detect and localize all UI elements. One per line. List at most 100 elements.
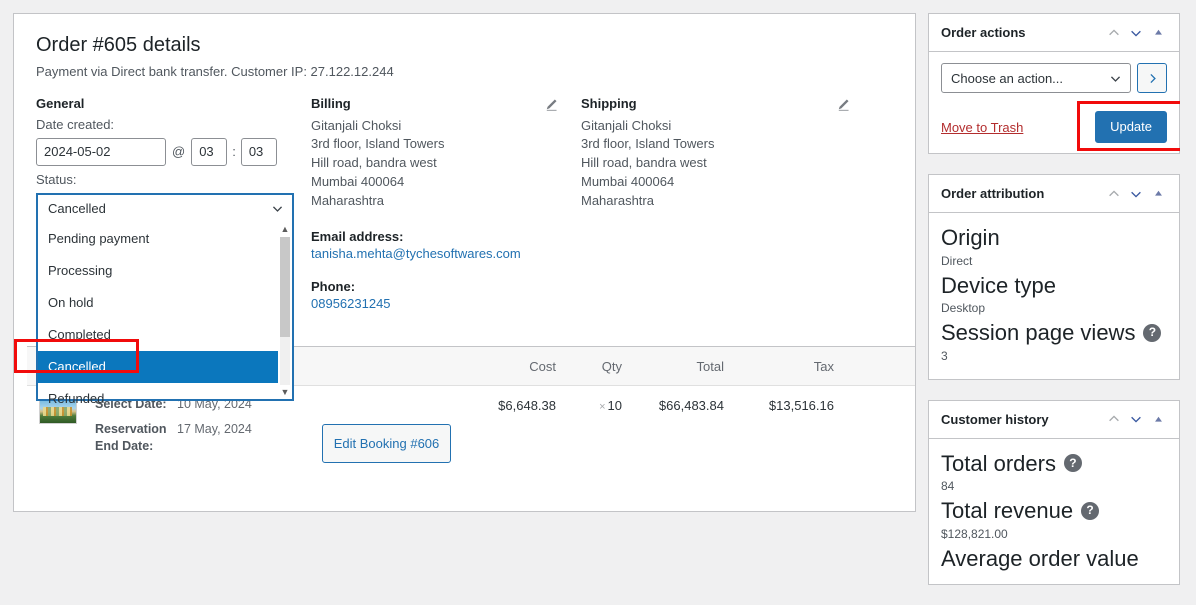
order-columns: General Date created: @ : Status: Cancel… [14, 82, 915, 406]
order-actions-footer: Move to Trash Update [929, 101, 1185, 153]
attribution-label-text: Origin [941, 225, 1000, 251]
panel-body: Origin Direct Device type Desktop Sessio… [929, 213, 1179, 379]
panel-header: Order actions [929, 14, 1179, 52]
page-title: Order #605 details [36, 34, 201, 56]
panel-title-customer-history: Customer history [941, 411, 1049, 427]
move-down-icon[interactable] [1125, 22, 1147, 44]
shipping-address-line: Mumbai 400064 [581, 174, 675, 190]
hour-input[interactable] [191, 137, 228, 166]
shipping-address-line: Gitanjali Choksi [581, 117, 672, 133]
move-down-icon[interactable] [1125, 408, 1147, 430]
at-symbol: @ [172, 144, 186, 159]
date-created-input[interactable] [36, 137, 166, 166]
panel-order-actions: Order actions Choose an action... Move t… [928, 13, 1185, 155]
attribution-label-text: Session page views [941, 320, 1136, 346]
status-option[interactable]: On hold [38, 287, 278, 319]
billing-heading: Billing [311, 95, 351, 111]
order-action-select[interactable]: Choose an action... [941, 63, 1131, 93]
toggle-panel-icon[interactable] [1147, 408, 1169, 430]
status-option-selected[interactable]: Cancelled [38, 350, 278, 383]
attribution-label: Session page views ? [941, 319, 1167, 347]
minute-input[interactable] [240, 137, 277, 166]
col-cost: Cost [529, 358, 556, 374]
status-select-value: Cancelled [48, 201, 106, 216]
edit-booking-button[interactable]: Edit Booking #606 [321, 424, 452, 463]
page-scrollbar[interactable] [1180, 0, 1196, 512]
status-select-wrapper: Cancelled Pending payment Processing On … [14, 192, 294, 406]
multiply-icon: × [599, 401, 606, 413]
item-tax: $13,516.16 [768, 398, 834, 413]
billing-address-line: Gitanjali Choksi [311, 117, 402, 133]
billing-address-line: Hill road, bandra west [311, 155, 437, 171]
status-dropdown-list[interactable]: Pending payment Processing On hold Compl… [36, 222, 294, 406]
status-option[interactable]: Pending payment [38, 223, 278, 255]
apply-action-button[interactable] [1137, 63, 1167, 93]
col-total: Total [696, 358, 724, 374]
billing-address-line: 3rd floor, Island Towers [311, 136, 445, 152]
shipping-column: Shipping Gitanjali Choksi 3rd floor, Isl… [581, 96, 871, 311]
scroll-up-icon[interactable]: ▲ [281, 224, 290, 234]
shipping-heading: Shipping [581, 95, 637, 111]
attribution-value: Desktop [941, 301, 986, 316]
admin-screen: Order #605 details Payment via Direct ba… [0, 0, 1196, 586]
shipping-address-line: Hill road, bandra west [581, 155, 707, 171]
order-subtitle: Payment via Direct bank transfer. Custom… [36, 64, 394, 79]
email-link[interactable]: tanisha.mehta@tychesoftwares.com [311, 246, 581, 261]
history-label: Total revenue ? [941, 497, 1167, 525]
order-header: Order #605 details Payment via Direct ba… [14, 14, 915, 82]
attribution-label-text: Device type [941, 272, 1056, 298]
panel-title-order-actions: Order actions [941, 25, 1026, 40]
dropdown-scrollbar[interactable]: ▲ ▼ [278, 222, 292, 399]
help-icon[interactable]: ? [1063, 454, 1082, 473]
help-icon[interactable]: ? [1081, 501, 1100, 520]
history-value: $128,821.00 [941, 526, 1008, 541]
row-spacer [856, 396, 915, 463]
move-to-trash-link[interactable]: Move to Trash [941, 120, 1023, 135]
history-label-text: Total revenue [941, 498, 1074, 524]
toggle-panel-icon[interactable] [1147, 183, 1169, 205]
billing-column: Billing Gitanjali Choksi 3rd floor, Isla… [311, 96, 581, 311]
history-label: Total orders ? [941, 450, 1167, 478]
phone-label: Phone: [311, 278, 356, 294]
move-up-icon[interactable] [1103, 183, 1125, 205]
status-option[interactable]: Completed [38, 319, 278, 351]
item-meta-value: 17 May, 2024 [177, 421, 252, 436]
panel-order-attribution: Order attribution Origin Direct Device t… [928, 174, 1180, 380]
chevron-down-icon [271, 202, 284, 215]
edit-shipping-pencil-icon[interactable] [837, 98, 851, 112]
item-qty-value: 10 [607, 398, 622, 413]
toggle-panel-icon[interactable] [1147, 22, 1169, 44]
status-option[interactable]: Processing [38, 255, 278, 287]
help-icon[interactable]: ? [1143, 323, 1162, 342]
move-up-icon[interactable] [1103, 408, 1125, 430]
panel-header: Order attribution [929, 175, 1179, 214]
panel-body: Total orders ? 84 Total revenue ? $128,8… [929, 439, 1179, 585]
move-up-icon[interactable] [1103, 22, 1125, 44]
status-label: Status: [36, 171, 77, 187]
order-action-row: Choose an action... [941, 63, 1167, 93]
item-meta-key: Reservation End Date: [95, 421, 167, 453]
email-label: Email address: [311, 228, 404, 244]
edit-billing-pencil-icon[interactable] [545, 98, 559, 112]
status-select[interactable]: Cancelled [36, 192, 294, 223]
phone-link[interactable]: 08956231245 [311, 296, 581, 311]
update-button[interactable]: Update [1095, 111, 1167, 144]
item-qty: × 10 [564, 396, 632, 463]
status-options: Pending payment Processing On hold Compl… [38, 223, 278, 406]
billing-address-line: Mumbai 400064 [311, 174, 405, 190]
panel-title-order-attribution: Order attribution [941, 186, 1045, 202]
chevron-down-icon [1109, 72, 1122, 85]
status-option[interactable]: Refunded [38, 383, 278, 415]
scrollbar-thumb[interactable] [280, 236, 290, 337]
move-down-icon[interactable] [1125, 183, 1147, 205]
date-created-label: Date created: [36, 116, 115, 132]
col-qty: Qty [601, 358, 622, 374]
history-value: 84 [941, 479, 955, 494]
shipping-address-line: Maharashtra [581, 192, 654, 208]
edit-booking-cell: Edit Booking #606 [299, 396, 474, 463]
general-column: General Date created: @ : Status: Cancel… [14, 96, 311, 406]
billing-address-line: Maharashtra [311, 192, 384, 208]
scroll-down-icon[interactable]: ▼ [281, 387, 290, 397]
attribution-label: Origin [941, 224, 1167, 252]
history-label: Average order value [941, 545, 1167, 573]
